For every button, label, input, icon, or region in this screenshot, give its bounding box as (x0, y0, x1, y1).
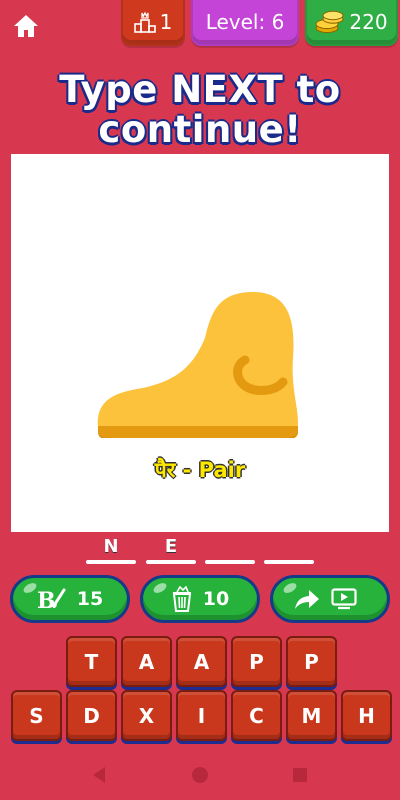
answer-slot[interactable] (264, 536, 314, 564)
reveal-cost: 15 (76, 588, 104, 610)
back-button[interactable] (89, 765, 109, 785)
button-shine (21, 581, 39, 595)
trash-icon (171, 586, 193, 612)
slot-underline (264, 560, 314, 564)
prompt-line-1: Type NEXT to (59, 68, 341, 111)
tv-icon (331, 588, 357, 610)
answer-slot[interactable] (205, 536, 255, 564)
recents-icon (293, 768, 307, 782)
picture-caption: पैर - Pair (154, 458, 246, 482)
slot-underline (86, 560, 136, 564)
foot-icon (97, 292, 298, 438)
coins-badge[interactable]: 220 (305, 0, 398, 46)
brush-icon: B (37, 586, 67, 612)
letter-key[interactable]: I (176, 690, 227, 741)
letter-key[interactable]: H (341, 690, 392, 741)
level-badge: Level: 6 (191, 0, 299, 46)
letter-key[interactable]: D (66, 690, 117, 741)
letter-key[interactable]: A (121, 636, 172, 687)
remove-cost: 10 (202, 588, 230, 610)
rank-value: 1 (159, 10, 173, 34)
reveal-letter-button[interactable]: B 15 (10, 575, 130, 623)
letter-key[interactable]: X (121, 690, 172, 741)
letter-key[interactable]: S (11, 690, 62, 741)
podium-icon (133, 11, 156, 33)
home-button[interactable] (8, 8, 44, 44)
recents-button[interactable] (290, 765, 310, 785)
button-shine (151, 581, 169, 595)
svg-text:B: B (37, 588, 56, 612)
top-bar: 1 Level: 6 220 (0, 0, 400, 52)
share-icon (293, 587, 321, 611)
remove-letters-button[interactable]: 10 (140, 575, 260, 623)
back-icon (93, 767, 105, 783)
picture-card: पैर - Pair (11, 154, 389, 532)
coins-value: 220 (349, 10, 388, 34)
answer-slots: N E (0, 536, 400, 564)
system-navigation-bar (0, 750, 400, 800)
prompt-heading: Type NEXT to continue! (0, 70, 400, 150)
letter-key[interactable]: P (231, 636, 282, 687)
home-circle-icon (192, 767, 208, 783)
letter-key[interactable]: C (231, 690, 282, 741)
answer-letter: E (164, 536, 178, 557)
rank-badge[interactable]: 1 (121, 0, 185, 46)
letter-key[interactable]: A (176, 636, 227, 687)
letter-key[interactable]: M (286, 690, 337, 741)
answer-slot[interactable]: N (86, 536, 136, 564)
letter-key[interactable]: P (286, 636, 337, 687)
coins-icon (315, 10, 345, 34)
slot-underline (205, 560, 255, 564)
slot-underline (146, 560, 196, 564)
share-watch-button[interactable] (270, 575, 390, 623)
prompt-line-2: continue! (98, 108, 302, 151)
level-label: Level: 6 (205, 10, 285, 34)
system-home-button[interactable] (190, 765, 210, 785)
letter-key[interactable]: T (66, 636, 117, 687)
answer-letter: N (103, 536, 119, 557)
home-icon (14, 15, 38, 37)
answer-slot[interactable]: E (146, 536, 196, 564)
